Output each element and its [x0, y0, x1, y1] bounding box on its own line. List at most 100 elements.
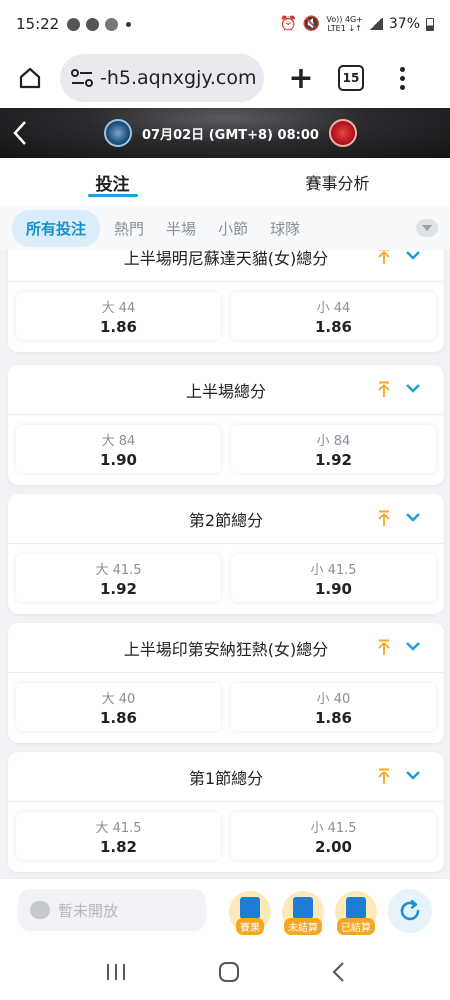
alarm-icon: ⏰ [279, 16, 297, 32]
odds-value: 1.82 [99, 837, 137, 856]
results-icon [240, 897, 260, 919]
odds-label: 大 44 [101, 300, 136, 316]
odds-over-button[interactable]: 大 40 1.86 [16, 683, 221, 731]
site-settings-icon[interactable] [70, 69, 94, 87]
results-button[interactable]: 賽果 [229, 891, 271, 935]
chevron-down-icon [422, 225, 432, 231]
market-title: 上半場總分 [185, 381, 266, 401]
settled-button[interactable]: 已結算 [335, 891, 377, 935]
chevron-down-icon[interactable] [406, 383, 420, 393]
pin-top-icon[interactable] [378, 510, 390, 526]
address-bar[interactable]: -h5.aqnxgjy.com [60, 54, 264, 102]
odds-label: 小 41.5 [310, 820, 357, 836]
filter-quarter[interactable]: 小節 [218, 218, 248, 239]
more-notifications-dot [126, 21, 132, 27]
odds-label: 小 44 [316, 300, 351, 316]
market-card: 第2節總分 大 41.5 1.92 小 41.5 1.90 [8, 494, 444, 614]
status-time: 15:22 [16, 15, 60, 33]
settled-label: 已結算 [337, 918, 375, 935]
odds-under-button[interactable]: 小 40 1.86 [231, 683, 436, 731]
new-tab-button[interactable]: + [286, 61, 316, 96]
odds-value: 1.86 [314, 317, 352, 336]
back-nav-button[interactable] [331, 961, 345, 983]
chevron-down-icon[interactable] [406, 250, 420, 260]
pin-top-icon[interactable] [378, 381, 390, 397]
pin-top-icon[interactable] [378, 639, 390, 655]
odds-value: 1.86 [99, 708, 137, 727]
chevron-left-icon [13, 121, 26, 145]
market-header[interactable]: 上半場明尼蘇達天貓(女)總分 [8, 250, 444, 282]
unsettled-icon [293, 897, 313, 919]
odds-under-button[interactable]: 小 41.5 2.00 [231, 812, 436, 860]
odds-value: 1.90 [99, 450, 137, 469]
market-title: 上半場印第安納狂熱(女)總分 [123, 639, 329, 659]
market-header[interactable]: 上半場總分 [8, 365, 444, 415]
market-card: 第1節總分 大 41.5 1.82 小 41.5 2.00 [8, 752, 444, 872]
recent-apps-button[interactable] [105, 963, 127, 981]
filter-popular[interactable]: 熱門 [114, 218, 144, 239]
odds-over-button[interactable]: 大 41.5 1.92 [16, 554, 221, 602]
home-nav-button[interactable] [218, 961, 240, 983]
market-card: 上半場明尼蘇達天貓(女)總分 大 44 1.86 小 44 1.86 [8, 250, 444, 352]
odds-label: 大 40 [101, 691, 136, 707]
tab-analysis[interactable]: 賽事分析 [225, 158, 450, 206]
filter-expand-button[interactable] [416, 219, 438, 237]
odds-under-button[interactable]: 小 84 1.92 [231, 425, 436, 473]
pin-top-icon[interactable] [378, 250, 390, 264]
odds-value: 2.00 [314, 837, 352, 856]
chat-placeholder: 暫未開放 [58, 901, 119, 920]
signal-icon [368, 18, 383, 30]
odds-over-button[interactable]: 大 41.5 1.82 [16, 812, 221, 860]
market-card: 上半場總分 大 84 1.90 小 84 1.92 [8, 365, 444, 485]
home-button[interactable] [10, 58, 50, 98]
main-tabs: 投注 賽事分析 [0, 158, 450, 206]
market-header[interactable]: 第2節總分 [8, 494, 444, 544]
odds-label: 大 84 [101, 433, 136, 449]
match-datetime: 07月02日 (GMT+8) 08:00 [142, 127, 319, 143]
chat-input[interactable]: 暫未開放 [18, 889, 206, 931]
settled-icon [346, 897, 366, 919]
odds-value: 1.90 [314, 579, 352, 598]
battery-icon [426, 17, 434, 31]
market-header[interactable]: 上半場印第安納狂熱(女)總分 [8, 623, 444, 673]
status-bar: 15:22 ⏰ 🔇 Vo)) 4G+ LTE1 ↓↑ 37% [0, 0, 450, 48]
chevron-down-icon[interactable] [406, 770, 420, 780]
unsettled-button[interactable]: 未結算 [282, 891, 324, 935]
market-header[interactable]: 第1節總分 [8, 752, 444, 802]
filter-team[interactable]: 球隊 [270, 218, 300, 239]
back-button[interactable] [0, 108, 40, 158]
browser-menu-button[interactable] [392, 66, 412, 90]
filter-all[interactable]: 所有投注 [12, 209, 101, 247]
filter-half[interactable]: 半場 [166, 218, 196, 239]
market-filters: 所有投注 熱門 半場 小節 球隊 [0, 206, 450, 250]
network-indicator: Vo)) 4G+ LTE1 ↓↑ [326, 15, 363, 33]
tab-bets[interactable]: 投注 [0, 158, 225, 206]
chevron-down-icon[interactable] [406, 641, 420, 651]
mute-icon: 🔇 [302, 16, 321, 32]
browser-toolbar: -h5.aqnxgjy.com + 15 [0, 48, 450, 108]
odds-label: 小 41.5 [310, 562, 357, 578]
chrome-notification-icon [67, 17, 81, 31]
unsettled-label: 未結算 [284, 918, 322, 935]
odds-value: 1.86 [99, 317, 137, 336]
pin-top-icon[interactable] [378, 768, 390, 784]
odds-label: 大 41.5 [95, 820, 142, 836]
odds-label: 小 40 [316, 691, 351, 707]
bottom-action-bar: 暫未開放 賽果 未結算 已結算 [0, 878, 450, 944]
battery-percent: 37% [388, 16, 420, 32]
market-list: 上半場明尼蘇達天貓(女)總分 大 44 1.86 小 44 1.86 上半場總分 [0, 250, 450, 878]
home-icon [19, 67, 41, 89]
odds-label: 大 41.5 [95, 562, 142, 578]
odds-under-button[interactable]: 小 44 1.86 [231, 292, 436, 340]
results-label: 賽果 [236, 918, 264, 935]
odds-over-button[interactable]: 大 44 1.86 [16, 292, 221, 340]
market-card: 上半場印第安納狂熱(女)總分 大 40 1.86 小 40 1.86 [8, 623, 444, 743]
system-nav-bar [0, 944, 450, 1000]
odds-under-button[interactable]: 小 41.5 1.90 [231, 554, 436, 602]
odds-over-button[interactable]: 大 84 1.90 [16, 425, 221, 473]
refresh-button[interactable] [388, 889, 432, 933]
chevron-down-icon[interactable] [406, 512, 420, 522]
tab-switcher-button[interactable]: 15 [338, 65, 364, 91]
chat-bubble-icon [30, 901, 50, 919]
market-title: 第1節總分 [188, 768, 264, 788]
